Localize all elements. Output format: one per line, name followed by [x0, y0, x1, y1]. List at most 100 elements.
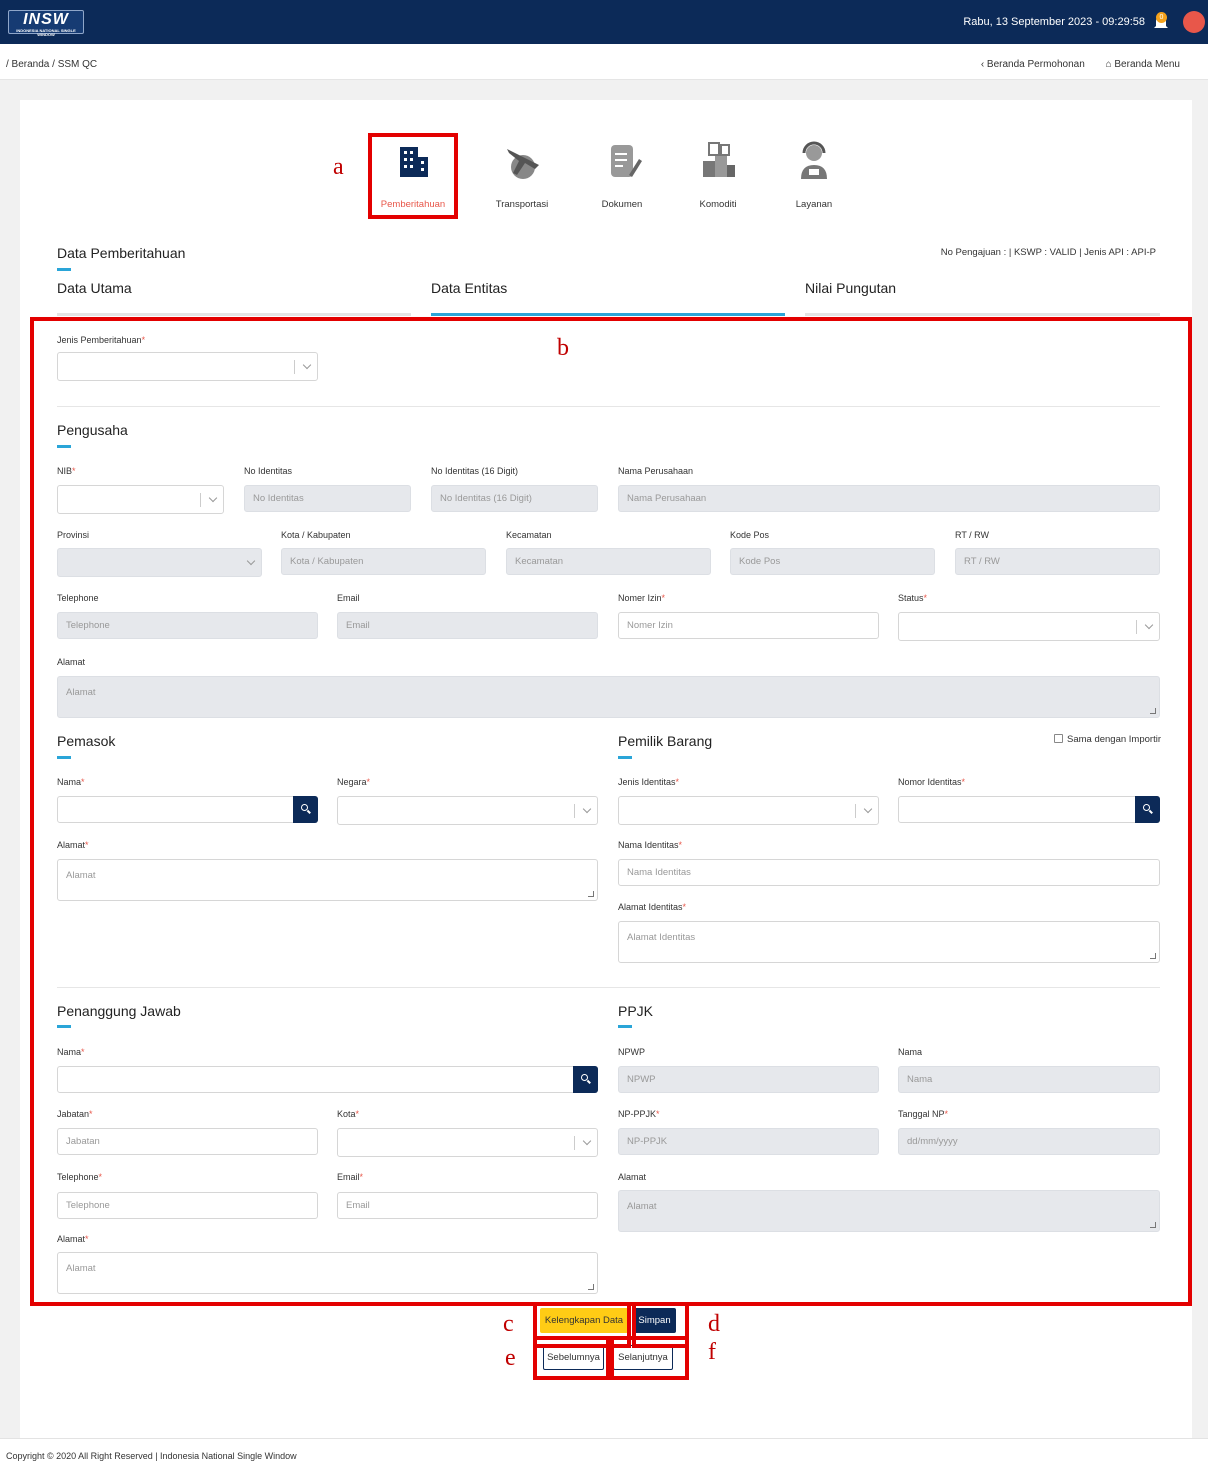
- nav-links: ‹ Beranda Permohonan ⌂ Beranda Menu: [963, 59, 1180, 70]
- resize-handle-icon: [1150, 953, 1156, 959]
- nama-identitas-input[interactable]: Nama Identitas: [618, 859, 1160, 886]
- pemasok-nama-input[interactable]: [57, 796, 318, 823]
- chevron-down-icon: [582, 804, 592, 814]
- telephone-field: Telephone: [57, 612, 318, 639]
- pemasok-nama-label: Nama*: [57, 777, 85, 787]
- jabatan-input[interactable]: Jabatan: [57, 1128, 318, 1155]
- pj-kota-select[interactable]: [337, 1128, 598, 1157]
- checkbox-box[interactable]: [1054, 734, 1063, 743]
- step-dokumen[interactable]: Dokumen: [577, 135, 667, 210]
- tab-nilai-pungutan[interactable]: Nilai Pungutan: [805, 280, 896, 296]
- notification-bell-icon[interactable]: 0: [1151, 12, 1171, 32]
- top-navbar: INSW INDONESIA NATIONAL SINGLE WINDOW Rab…: [0, 0, 1208, 44]
- title-underline: [57, 445, 71, 448]
- pj-nama-input[interactable]: [57, 1066, 598, 1093]
- annotation-label-d: d: [708, 1311, 720, 1337]
- annotation-box-f: [610, 1336, 689, 1380]
- resize-handle-icon: [588, 1284, 594, 1290]
- step-label: Transportasi: [495, 199, 549, 210]
- nama-identitas-label: Nama Identitas*: [618, 840, 683, 850]
- copyright-text: Copyright © 2020 All Right Reserved | In…: [6, 1451, 297, 1461]
- resize-handle-icon: [1150, 708, 1156, 714]
- status-select[interactable]: [898, 612, 1160, 641]
- nomor-identitas-input[interactable]: [898, 796, 1160, 823]
- provinsi-label: Provinsi: [57, 530, 90, 540]
- pj-alamat-label: Alamat*: [57, 1234, 89, 1244]
- insw-logo[interactable]: INSW INDONESIA NATIONAL SINGLE WINDOW: [8, 10, 84, 37]
- tab-data-entitas[interactable]: Data Entitas: [431, 280, 507, 296]
- jenis-identitas-select[interactable]: [618, 796, 879, 825]
- tab-underline: [805, 313, 1160, 316]
- ppjk-alamat-label: Alamat: [618, 1172, 647, 1182]
- boxes-icon: [703, 142, 735, 177]
- step-layanan[interactable]: Layanan: [769, 135, 859, 210]
- search-button[interactable]: [293, 796, 318, 823]
- tanggal-np-label: Tanggal NP*: [898, 1109, 949, 1119]
- title-underline: [57, 756, 71, 759]
- jenis-pemberitahuan-label: Jenis Pemberitahuan*: [57, 335, 146, 345]
- np-ppjk-field: NP-PPJK: [618, 1128, 879, 1155]
- nomer-izin-label: Nomer Izin*: [618, 593, 666, 603]
- kode-pos-label: Kode Pos: [730, 530, 770, 540]
- beranda-permohonan-link[interactable]: ‹ Beranda Permohonan: [981, 59, 1085, 70]
- chevron-down-icon: [582, 1136, 592, 1146]
- same-as-importer-checkbox[interactable]: Sama dengan Importir: [1054, 734, 1161, 745]
- kecamatan-field: Kecamatan: [506, 548, 711, 575]
- provinsi-select: [57, 548, 262, 577]
- annotation-label-b: b: [557, 335, 569, 361]
- search-button[interactable]: [1135, 796, 1160, 823]
- resize-handle-icon: [588, 891, 594, 897]
- chevron-down-icon: [863, 804, 873, 814]
- annotation-label-e: e: [505, 1345, 516, 1371]
- alamat-identitas-textarea[interactable]: Alamat Identitas: [618, 921, 1160, 963]
- pj-alamat-textarea[interactable]: Alamat: [57, 1252, 598, 1294]
- annotation-box-a: [368, 133, 458, 219]
- ppjk-alamat-field: Alamat: [618, 1190, 1160, 1232]
- section-title: Data Pemberitahuan: [57, 245, 186, 261]
- nomer-izin-input[interactable]: Nomer Izin: [618, 612, 879, 639]
- jenis-pemberitahuan-select[interactable]: [57, 352, 318, 381]
- pj-email-input[interactable]: Email: [337, 1192, 598, 1219]
- step-transportasi[interactable]: Transportasi: [477, 135, 567, 210]
- step-komoditi[interactable]: Komoditi: [673, 135, 763, 210]
- kecamatan-label: Kecamatan: [506, 530, 552, 540]
- pengusaha-title: Pengusaha: [57, 422, 128, 438]
- jenis-identitas-label: Jenis Identitas*: [618, 777, 680, 787]
- nib-label: NIB*: [57, 466, 76, 476]
- footer: Copyright © 2020 All Right Reserved | In…: [0, 1438, 1208, 1463]
- pj-telephone-input[interactable]: Telephone: [57, 1192, 318, 1219]
- pemasok-title: Pemasok: [57, 733, 116, 749]
- step-label: Dokumen: [601, 199, 643, 210]
- negara-select[interactable]: [337, 796, 598, 825]
- nib-select[interactable]: [57, 485, 224, 514]
- submission-info: No Pengajuan : | KSWP : VALID | Jenis AP…: [940, 247, 1156, 258]
- email-label: Email: [337, 593, 360, 603]
- pemasok-alamat-textarea[interactable]: Alamat: [57, 859, 598, 901]
- sub-header: / Beranda / SSM QC ‹ Beranda Permohonan …: [0, 44, 1208, 80]
- beranda-menu-link[interactable]: ⌂ Beranda Menu: [1106, 59, 1180, 70]
- np-ppjk-label: NP-PPJK*: [618, 1109, 660, 1119]
- title-underline: [618, 1025, 632, 1028]
- pemasok-alamat-label: Alamat*: [57, 840, 89, 850]
- divider: [57, 406, 1160, 407]
- no-identitas16-label: No Identitas (16 Digit): [431, 466, 519, 476]
- annotation-label-a: a: [333, 154, 344, 180]
- ppjk-nama-label: Nama: [898, 1047, 923, 1057]
- annotation-box-e: [533, 1336, 610, 1380]
- tab-data-utama[interactable]: Data Utama: [57, 280, 132, 296]
- no-identitas-field: No Identitas: [244, 485, 411, 512]
- alamat-identitas-label: Alamat Identitas*: [618, 902, 687, 912]
- pemilik-title: Pemilik Barang: [618, 733, 713, 749]
- alamat-field: Alamat: [57, 676, 1160, 718]
- user-avatar[interactable]: [1183, 11, 1205, 33]
- search-icon: [581, 1074, 588, 1081]
- alamat-label: Alamat: [57, 657, 86, 667]
- rt-rw-field: RT / RW: [955, 548, 1160, 575]
- resize-handle-icon: [1150, 1222, 1156, 1228]
- tab-underline-active: [431, 313, 785, 316]
- search-button[interactable]: [573, 1066, 598, 1093]
- no-identitas16-field: No Identitas (16 Digit): [431, 485, 598, 512]
- rt-rw-label: RT / RW: [955, 530, 990, 540]
- annotation-label-f: f: [708, 1339, 716, 1365]
- pj-nama-label: Nama*: [57, 1047, 85, 1057]
